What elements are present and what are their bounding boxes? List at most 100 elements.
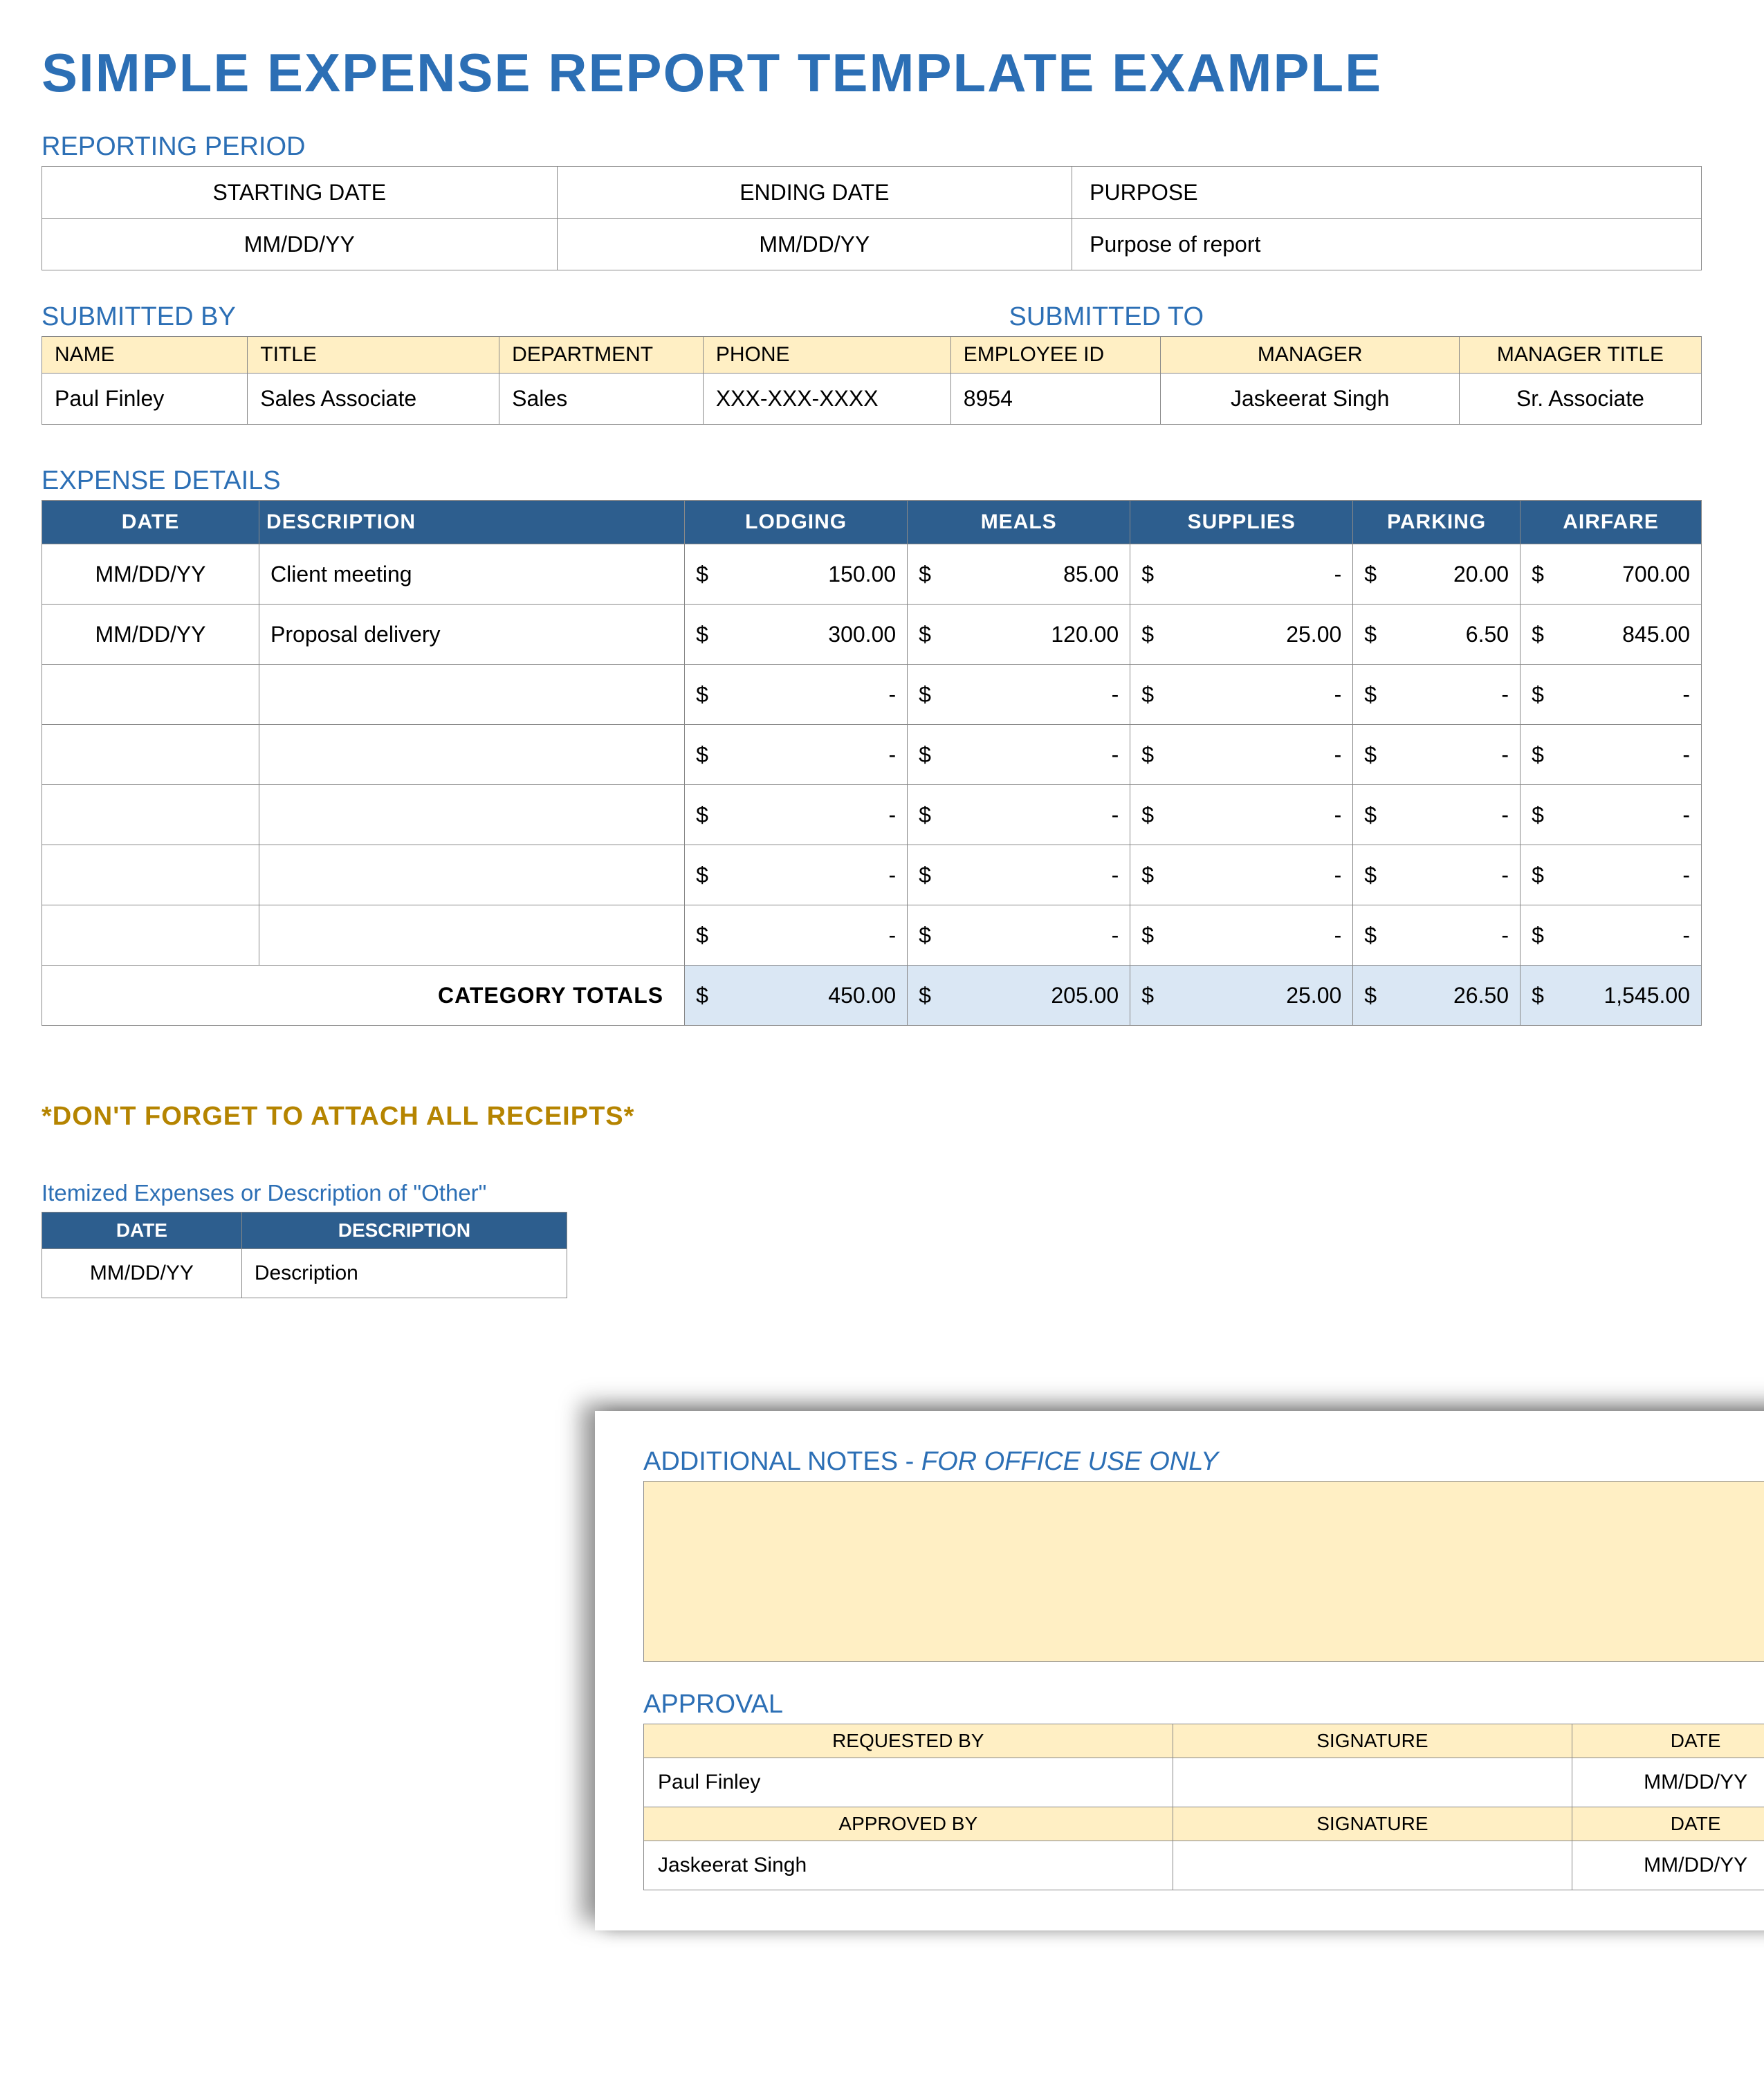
- expense-description[interactable]: [259, 905, 685, 966]
- itemized-desc-value[interactable]: Description: [241, 1249, 567, 1298]
- title-value[interactable]: Sales Associate: [248, 374, 499, 425]
- purpose-value[interactable]: Purpose of report: [1072, 219, 1702, 270]
- expense-airfare[interactable]: $-: [1520, 785, 1702, 845]
- itemized-date-value[interactable]: MM/DD/YY: [42, 1249, 242, 1298]
- expense-supplies[interactable]: $-: [1130, 725, 1353, 785]
- total-parking: $26.50: [1353, 966, 1520, 1026]
- expense-meals[interactable]: $-: [908, 665, 1130, 725]
- table-row: MM/DD/YYClient meeting$150.00$85.00$-$20…: [42, 544, 1702, 605]
- expense-meals[interactable]: $-: [908, 905, 1130, 966]
- expense-description[interactable]: [259, 665, 685, 725]
- expense-description[interactable]: [259, 725, 685, 785]
- expense-date[interactable]: [42, 785, 259, 845]
- table-row: $-$-$-$-$-: [42, 785, 1702, 845]
- manager-value[interactable]: Jaskeerat Singh: [1161, 374, 1459, 425]
- expense-parking[interactable]: $20.00: [1353, 544, 1520, 605]
- expense-parking[interactable]: $6.50: [1353, 605, 1520, 665]
- col-meals: MEALS: [908, 501, 1130, 544]
- expense-lodging[interactable]: $-: [685, 845, 908, 905]
- expense-description[interactable]: Proposal delivery: [259, 605, 685, 665]
- name-value[interactable]: Paul Finley: [42, 374, 248, 425]
- phone-value[interactable]: XXX-XXX-XXXX: [703, 374, 950, 425]
- expense-parking[interactable]: $-: [1353, 905, 1520, 966]
- expense-date[interactable]: MM/DD/YY: [42, 544, 259, 605]
- col-lodging: LODGING: [685, 501, 908, 544]
- expense-details-label: EXPENSE DETAILS: [42, 466, 1722, 496]
- itemized-table: DATE DESCRIPTION MM/DD/YY Description: [42, 1212, 567, 1298]
- reporting-period-table: STARTING DATE ENDING DATE PURPOSE MM/DD/…: [42, 166, 1702, 270]
- col-description: DESCRIPTION: [241, 1212, 567, 1249]
- approved-by-signature[interactable]: [1173, 1841, 1572, 1890]
- expense-meals[interactable]: $120.00: [908, 605, 1130, 665]
- expense-meals[interactable]: $-: [908, 785, 1130, 845]
- approved-by-date[interactable]: MM/DD/YY: [1572, 1841, 1764, 1890]
- expense-meals[interactable]: $-: [908, 725, 1130, 785]
- requested-by-date[interactable]: MM/DD/YY: [1572, 1758, 1764, 1807]
- table-row: Paul Finley MM/DD/YY: [644, 1758, 1764, 1807]
- total-supplies: $25.00: [1130, 966, 1353, 1026]
- approval-table: REQUESTED BY SIGNATURE DATE Paul Finley …: [643, 1724, 1764, 1890]
- expense-airfare[interactable]: $-: [1520, 845, 1702, 905]
- expense-date[interactable]: [42, 725, 259, 785]
- department-value[interactable]: Sales: [499, 374, 704, 425]
- col-department: DEPARTMENT: [499, 337, 704, 374]
- itemized-label: Itemized Expenses or Description of "Oth…: [42, 1180, 1722, 1206]
- reporting-period-label: REPORTING PERIOD: [42, 132, 1722, 162]
- expense-lodging[interactable]: $300.00: [685, 605, 908, 665]
- expense-date[interactable]: [42, 665, 259, 725]
- col-purpose: PURPOSE: [1072, 167, 1702, 219]
- expense-airfare[interactable]: $-: [1520, 725, 1702, 785]
- expense-parking[interactable]: $-: [1353, 785, 1520, 845]
- ending-date-value[interactable]: MM/DD/YY: [557, 219, 1072, 270]
- expense-supplies[interactable]: $25.00: [1130, 605, 1353, 665]
- table-row: $-$-$-$-$-: [42, 845, 1702, 905]
- col-signature: SIGNATURE: [1173, 1724, 1572, 1758]
- expense-description[interactable]: [259, 845, 685, 905]
- total-meals: $205.00: [908, 966, 1130, 1026]
- col-manager: MANAGER: [1161, 337, 1459, 374]
- expense-supplies[interactable]: $-: [1130, 845, 1353, 905]
- col-date: DATE: [42, 1212, 242, 1249]
- starting-date-value[interactable]: MM/DD/YY: [42, 219, 558, 270]
- expense-supplies[interactable]: $-: [1130, 665, 1353, 725]
- table-row: MM/DD/YY Description: [42, 1249, 567, 1298]
- expense-date[interactable]: [42, 905, 259, 966]
- expense-supplies[interactable]: $-: [1130, 544, 1353, 605]
- expense-lodging[interactable]: $-: [685, 725, 908, 785]
- table-row: NAME TITLE DEPARTMENT PHONE EMPLOYEE ID …: [42, 337, 1702, 374]
- expense-date[interactable]: MM/DD/YY: [42, 605, 259, 665]
- expense-parking[interactable]: $-: [1353, 725, 1520, 785]
- expense-parking[interactable]: $-: [1353, 845, 1520, 905]
- expense-lodging[interactable]: $150.00: [685, 544, 908, 605]
- table-row: $-$-$-$-$-: [42, 725, 1702, 785]
- expense-lodging[interactable]: $-: [685, 905, 908, 966]
- expense-lodging[interactable]: $-: [685, 785, 908, 845]
- expense-airfare[interactable]: $700.00: [1520, 544, 1702, 605]
- col-title: TITLE: [248, 337, 499, 374]
- requested-by-signature[interactable]: [1173, 1758, 1572, 1807]
- approved-by-value[interactable]: Jaskeerat Singh: [644, 1841, 1173, 1890]
- additional-notes-field[interactable]: [643, 1481, 1764, 1662]
- expense-parking[interactable]: $-: [1353, 665, 1520, 725]
- table-row: DATE DESCRIPTION LODGING MEALS SUPPLIES …: [42, 501, 1702, 544]
- col-approved-by: APPROVED BY: [644, 1807, 1173, 1841]
- submitted-by-label: SUBMITTED BY: [42, 302, 236, 332]
- col-ending-date: ENDING DATE: [557, 167, 1072, 219]
- expense-meals[interactable]: $85.00: [908, 544, 1130, 605]
- expense-date[interactable]: [42, 845, 259, 905]
- expense-supplies[interactable]: $-: [1130, 905, 1353, 966]
- col-employee-id: EMPLOYEE ID: [950, 337, 1161, 374]
- expense-airfare[interactable]: $845.00: [1520, 605, 1702, 665]
- expense-airfare[interactable]: $-: [1520, 665, 1702, 725]
- total-lodging: $450.00: [685, 966, 908, 1026]
- expense-description[interactable]: [259, 785, 685, 845]
- expense-supplies[interactable]: $-: [1130, 785, 1353, 845]
- expense-airfare[interactable]: $-: [1520, 905, 1702, 966]
- expense-lodging[interactable]: $-: [685, 665, 908, 725]
- table-row: DATE DESCRIPTION: [42, 1212, 567, 1249]
- expense-meals[interactable]: $-: [908, 845, 1130, 905]
- manager-title-value[interactable]: Sr. Associate: [1459, 374, 1701, 425]
- expense-description[interactable]: Client meeting: [259, 544, 685, 605]
- requested-by-value[interactable]: Paul Finley: [644, 1758, 1173, 1807]
- employee-id-value[interactable]: 8954: [950, 374, 1161, 425]
